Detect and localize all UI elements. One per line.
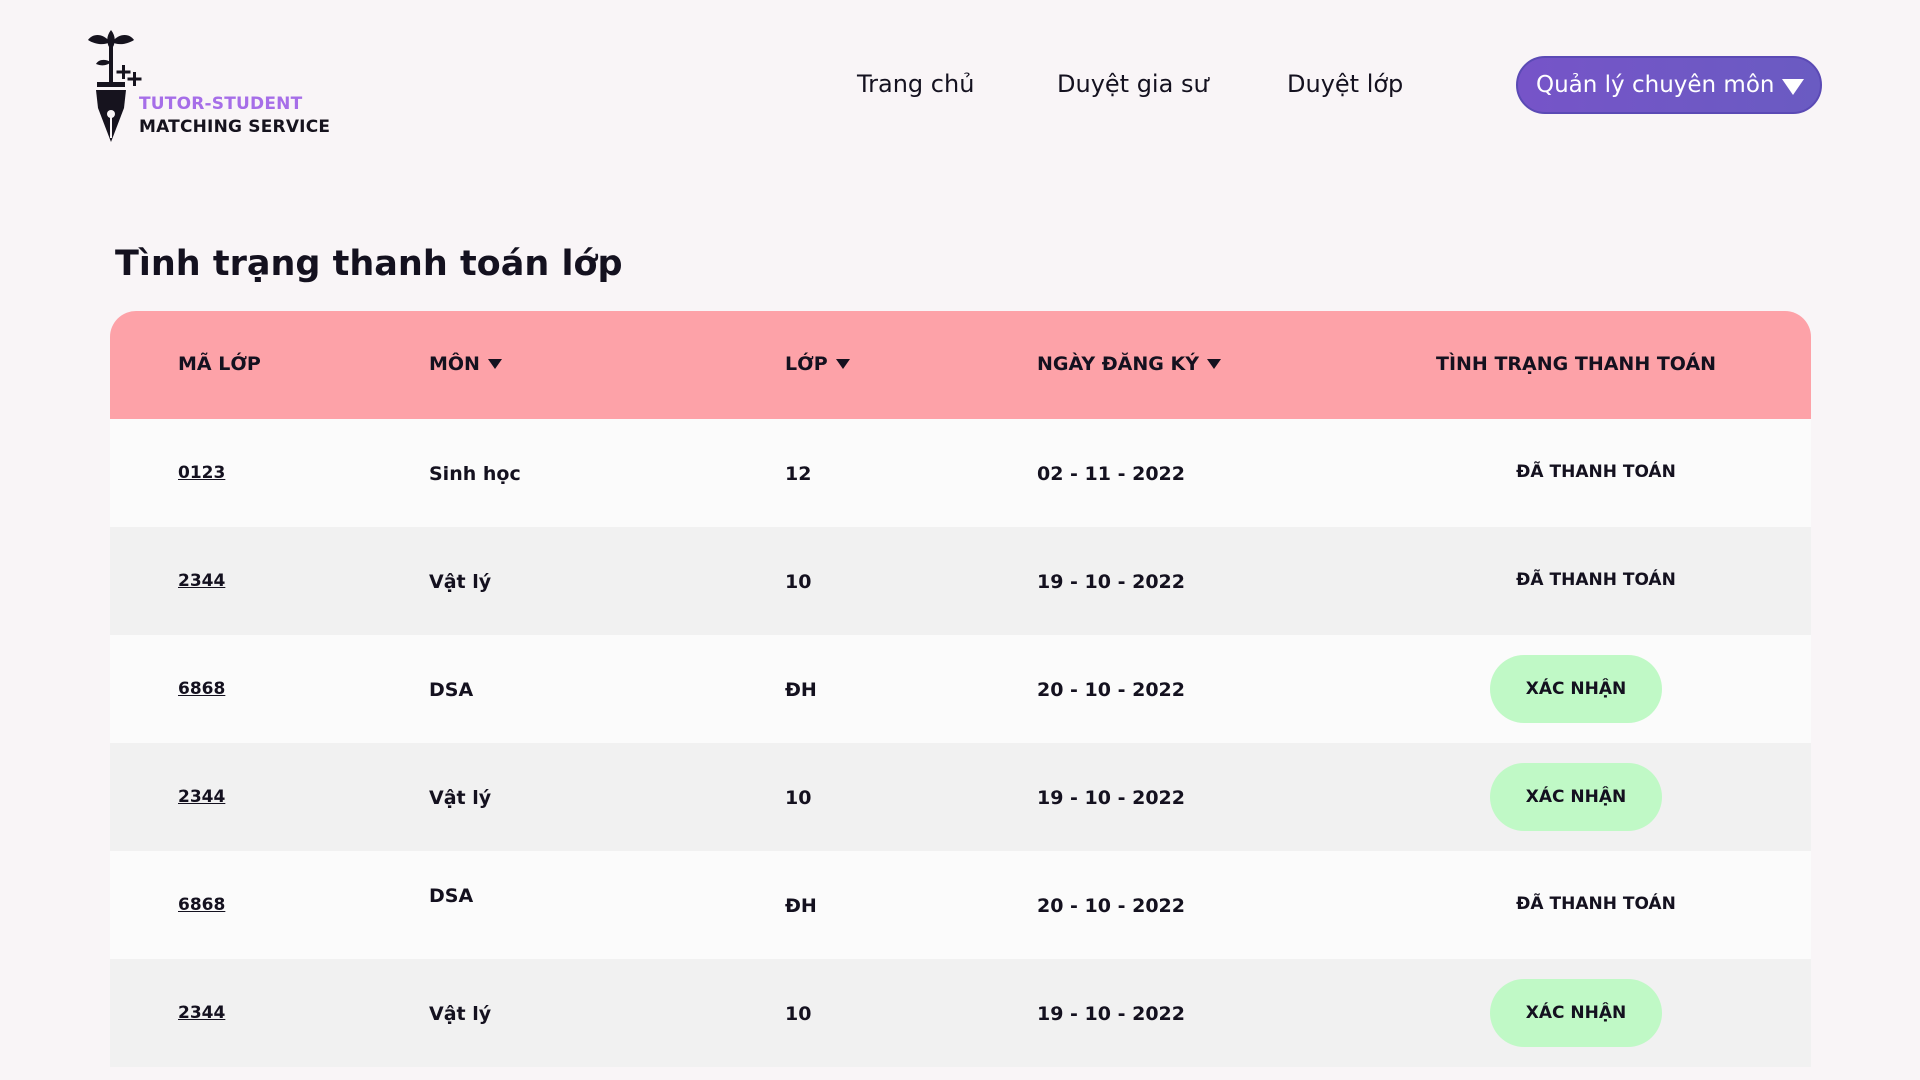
subject-cell: Vật lý — [429, 787, 492, 809]
subject-cell: DSA — [429, 885, 474, 907]
nav-review-tutors[interactable]: Duyệt gia sư — [1057, 70, 1209, 98]
table-row: 2344 Vật lý 10 19 - 10 - 2022 XÁC NHẬN — [110, 959, 1811, 1067]
grade-cell: 10 — [785, 787, 812, 809]
grade-cell: ĐH — [785, 679, 817, 701]
payment-status-table: MÃ LỚP MÔN LỚP NGÀY ĐĂNG KÝ TÌNH TRẠNG T… — [110, 311, 1811, 1067]
date-cell: 20 - 10 - 2022 — [1037, 895, 1185, 917]
date-cell: 19 - 10 - 2022 — [1037, 1003, 1185, 1025]
table-row: 2344 Vật lý 10 19 - 10 - 2022 XÁC NHẬN — [110, 743, 1811, 851]
subject-cell: Sinh học — [429, 463, 521, 485]
confirm-payment-button[interactable]: XÁC NHẬN — [1490, 979, 1662, 1047]
table-row: 6868 DSA ĐH 20 - 10 - 2022 ĐÃ THANH TOÁN — [110, 851, 1811, 959]
nav-review-classes[interactable]: Duyệt lớp — [1287, 70, 1403, 98]
column-header-subject[interactable]: MÔN — [429, 353, 502, 375]
grade-cell: 12 — [785, 463, 812, 485]
subject-cell: Vật lý — [429, 571, 492, 593]
brand-line-1: TUTOR-STUDENT — [139, 94, 303, 114]
page-title: Tình trạng thanh toán lớp — [115, 244, 623, 284]
table-body: 0123 Sinh học 12 02 - 11 - 2022 ĐÃ THANH… — [110, 419, 1811, 1067]
date-cell: 19 - 10 - 2022 — [1037, 571, 1185, 593]
column-header-status: TÌNH TRẠNG THANH TOÁN — [1436, 353, 1717, 375]
sort-down-icon[interactable] — [1206, 359, 1221, 369]
date-cell: 19 - 10 - 2022 — [1037, 787, 1185, 809]
class-code-link[interactable]: 2344 — [178, 571, 225, 591]
confirm-payment-button[interactable]: XÁC NHẬN — [1490, 763, 1662, 831]
column-header-grade[interactable]: LỚP — [785, 353, 850, 375]
brand-line-2: MATCHING SERVICE — [139, 117, 331, 137]
manage-expertise-label: Quản lý chuyên môn — [1536, 72, 1775, 98]
class-code-link[interactable]: 2344 — [178, 1003, 225, 1023]
status-paid: ĐÃ THANH TOÁN — [1516, 462, 1676, 482]
sort-down-icon[interactable] — [835, 359, 850, 369]
logo[interactable]: TUTOR-STUDENT MATCHING SERVICE — [86, 28, 336, 146]
status-paid: ĐÃ THANH TOÁN — [1516, 894, 1676, 914]
date-cell: 20 - 10 - 2022 — [1037, 679, 1185, 701]
table-row: 0123 Sinh học 12 02 - 11 - 2022 ĐÃ THANH… — [110, 419, 1811, 527]
class-code-link[interactable]: 2344 — [178, 787, 225, 807]
date-cell: 02 - 11 - 2022 — [1037, 463, 1185, 485]
class-code-link[interactable]: 6868 — [178, 679, 225, 699]
table-row: 6868 DSA ĐH 20 - 10 - 2022 XÁC NHẬN — [110, 635, 1811, 743]
nav-home[interactable]: Trang chủ — [857, 70, 974, 98]
status-paid: ĐÃ THANH TOÁN — [1516, 570, 1676, 590]
confirm-payment-button[interactable]: XÁC NHẬN — [1490, 655, 1662, 723]
subject-cell: Vật lý — [429, 1003, 492, 1025]
subject-cell: DSA — [429, 679, 474, 701]
table-row: 2344 Vật lý 10 19 - 10 - 2022 ĐÃ THANH T… — [110, 527, 1811, 635]
grade-cell: 10 — [785, 1003, 812, 1025]
column-header-date[interactable]: NGÀY ĐĂNG KÝ — [1037, 353, 1221, 375]
manage-expertise-dropdown[interactable]: Quản lý chuyên môn — [1516, 56, 1822, 114]
column-header-code: MÃ LỚP — [178, 353, 261, 375]
grade-cell: ĐH — [785, 895, 817, 917]
caret-down-icon — [1782, 79, 1804, 95]
table-header: MÃ LỚP MÔN LỚP NGÀY ĐĂNG KÝ TÌNH TRẠNG T… — [110, 311, 1811, 419]
class-code-link[interactable]: 6868 — [178, 895, 225, 915]
class-code-link[interactable]: 0123 — [178, 463, 225, 483]
grade-cell: 10 — [785, 571, 812, 593]
pen-plant-icon — [88, 30, 142, 142]
sort-down-icon[interactable] — [487, 359, 502, 369]
